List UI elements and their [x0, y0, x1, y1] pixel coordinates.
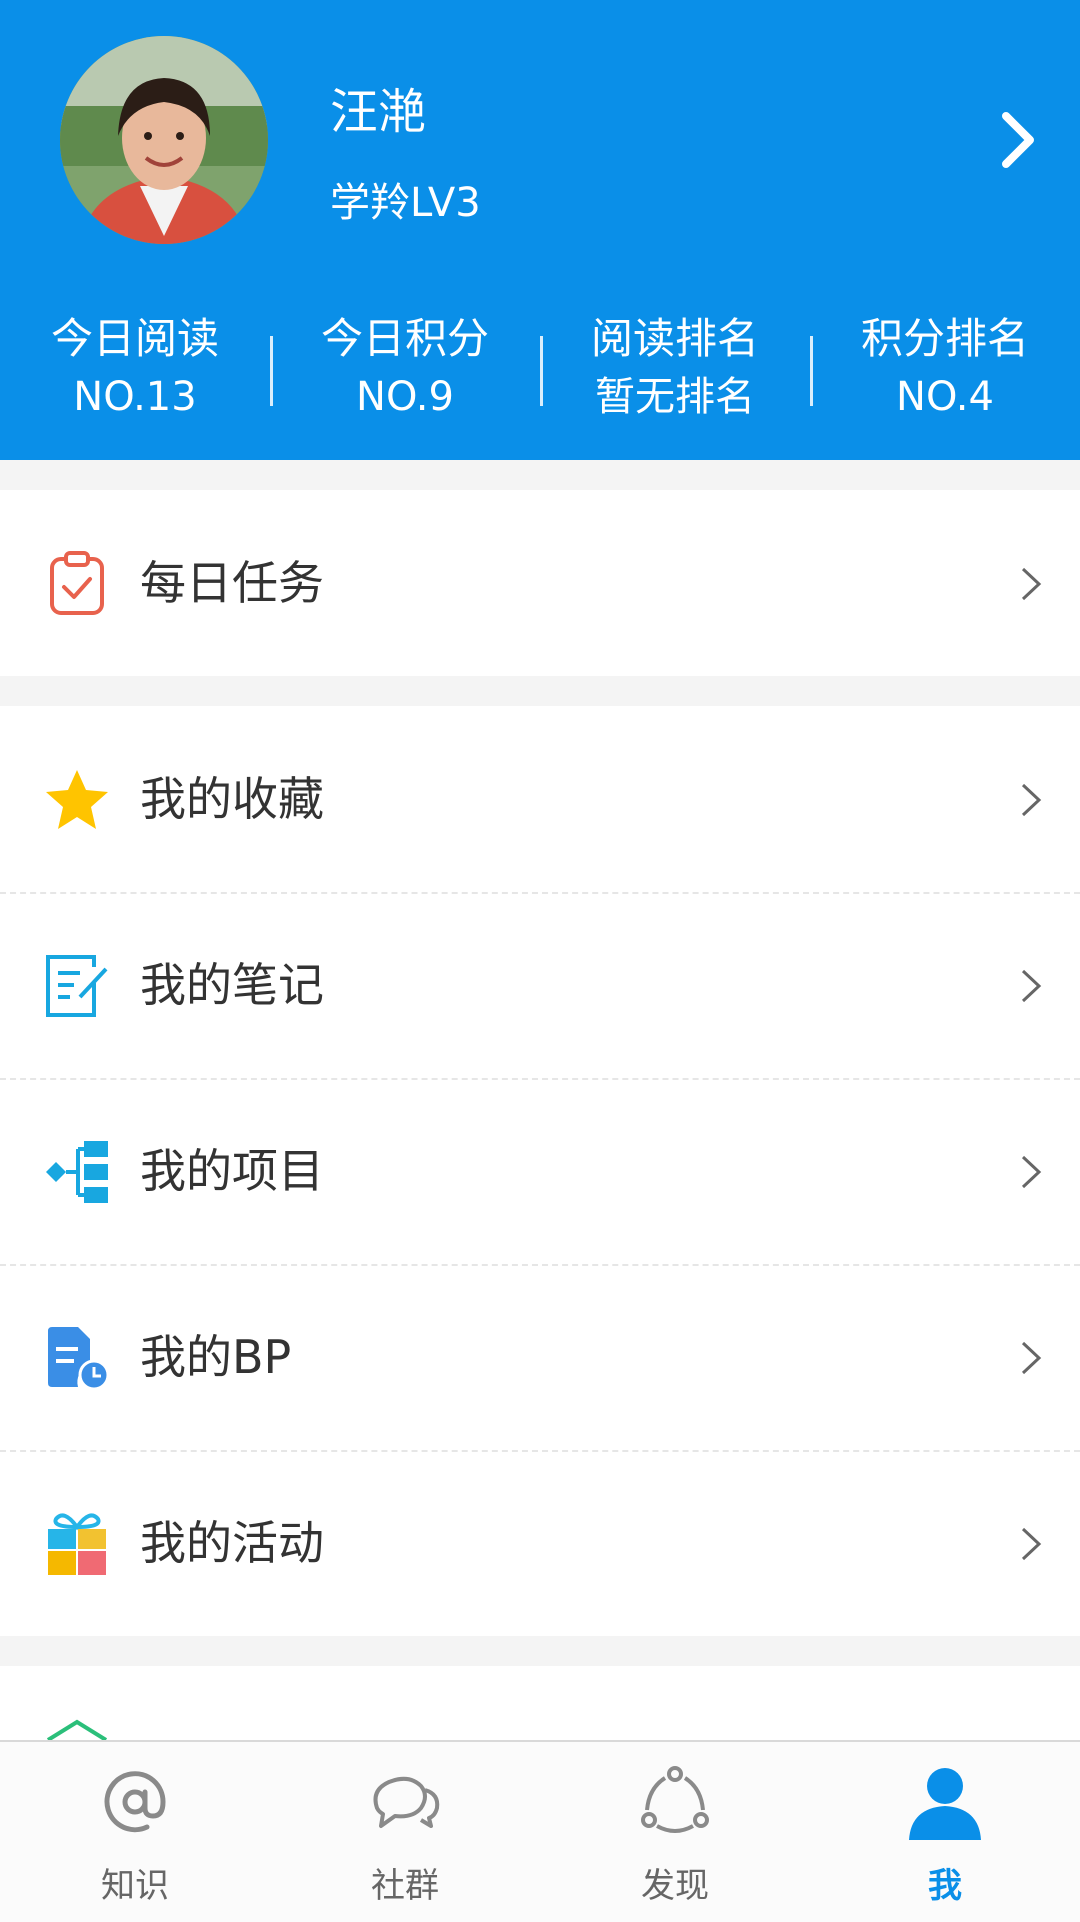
tab-me[interactable]: 我: [810, 1742, 1080, 1922]
stat-points-rank[interactable]: 积分排名 NO.4: [810, 310, 1080, 430]
star-icon: [46, 770, 108, 829]
stat-label: 阅读排名: [590, 314, 759, 363]
menu-item-activities[interactable]: 我的活动: [0, 1450, 1080, 1636]
user-level: 学羚LV3: [330, 180, 481, 226]
at-icon: [104, 1771, 166, 1833]
clipboard-check-icon: [50, 551, 104, 615]
chevron-right-icon[interactable]: [998, 110, 1040, 170]
stat-today-points[interactable]: 今日积分 NO.9: [270, 310, 540, 430]
chat-bubbles-icon: [373, 1776, 440, 1828]
menu-item-label: 我的收藏: [140, 772, 324, 826]
menu-item-favorites[interactable]: 我的收藏: [0, 706, 1080, 892]
menu-item-label: 我的活动: [140, 1516, 324, 1570]
menu-item-label: 我的BP: [140, 1330, 292, 1384]
chevron-right-icon: [1021, 1155, 1042, 1189]
menu-item-label: 每日任务: [140, 556, 324, 610]
house-icon: [46, 1719, 108, 1740]
menu-item-label: 我的笔记: [140, 958, 324, 1012]
bp-document-icon: [48, 1327, 110, 1391]
tab-knowledge[interactable]: 知识: [0, 1742, 270, 1922]
stat-value: NO.4: [896, 374, 994, 420]
profile-header[interactable]: 汪滟 学羚LV3 今日阅读 NO.13 今日积分 NO.9 阅读排名 暂无排名 …: [0, 0, 1080, 460]
stat-label: 积分排名: [860, 314, 1029, 363]
menu-item-daily-task[interactable]: 每日任务: [0, 490, 1080, 676]
my-section: 我的收藏 我的笔记 我的项目 我的BP 我的活动: [0, 706, 1080, 1636]
project-tree-icon: [46, 1141, 108, 1203]
tab-label: 知识: [101, 1866, 169, 1906]
menu-item-bp[interactable]: 我的BP: [0, 1264, 1080, 1450]
tab-label: 发现: [641, 1866, 709, 1906]
avatar[interactable]: [60, 36, 268, 244]
menu-item-label: 我的项目: [140, 1144, 324, 1198]
tab-discover[interactable]: 发现: [540, 1742, 810, 1922]
gift-icon: [48, 1513, 106, 1575]
menu-item-notes[interactable]: 我的笔记: [0, 892, 1080, 1078]
stat-value: NO.9: [356, 374, 454, 420]
daily-task-section: 每日任务: [0, 490, 1080, 676]
chevron-right-icon: [1021, 1341, 1042, 1375]
stat-value: 暂无排名: [595, 374, 755, 420]
stat-reading-rank[interactable]: 阅读排名 暂无排名: [540, 310, 810, 430]
stat-label: 今日阅读: [50, 314, 219, 363]
tab-community[interactable]: 社群: [270, 1742, 540, 1922]
stat-value: NO.13: [73, 374, 197, 420]
next-section-partial: [0, 1666, 1080, 1740]
note-icon: [46, 955, 108, 1017]
stat-label: 今日积分: [320, 314, 489, 363]
tab-label: 我: [928, 1866, 962, 1906]
chevron-right-icon: [1021, 969, 1042, 1003]
tab-label: 社群: [371, 1866, 439, 1906]
stats-bar: 今日阅读 NO.13 今日积分 NO.9 阅读排名 暂无排名 积分排名 NO.4: [0, 310, 1080, 430]
stat-today-reading[interactable]: 今日阅读 NO.13: [0, 310, 270, 430]
bottom-tab-bar: 知识 社群 发现 我: [0, 1740, 1080, 1922]
chevron-right-icon: [1021, 1527, 1042, 1561]
user-icon: [909, 1768, 981, 1840]
menu-item-projects[interactable]: 我的项目: [0, 1078, 1080, 1264]
chevron-right-icon: [1021, 567, 1042, 601]
chevron-right-icon: [1021, 783, 1042, 817]
user-name: 汪滟: [330, 84, 427, 140]
discover-icon: [641, 1766, 709, 1833]
